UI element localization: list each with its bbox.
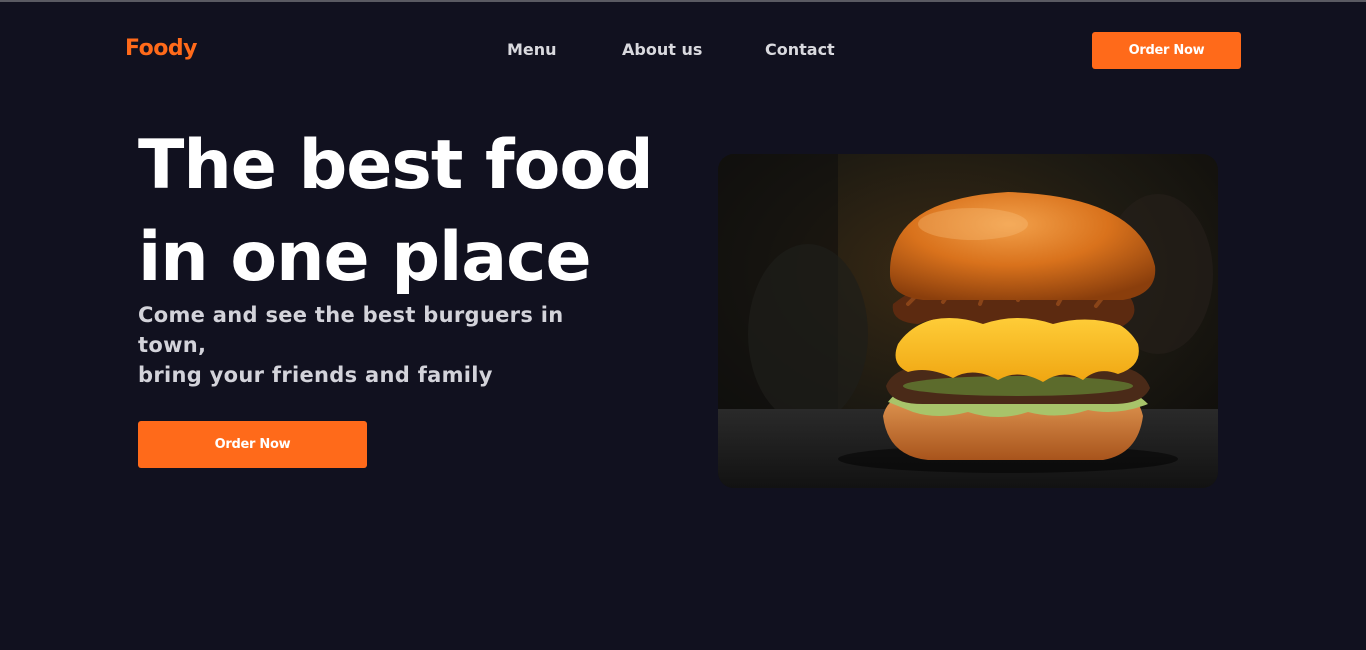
hero-order-now-button[interactable]: Order Now <box>138 421 367 468</box>
nav-item-contact[interactable]: Contact <box>765 40 835 59</box>
nav-order-now-button[interactable]: Order Now <box>1092 32 1241 69</box>
window-top-border <box>0 0 1366 2</box>
hero-title-line-2: in one place <box>138 218 592 297</box>
nav-item-menu[interactable]: Menu <box>507 40 557 59</box>
hero-subtitle-line-1: Come and see the best burguers in town, <box>138 303 564 357</box>
burger-photo <box>718 154 1218 488</box>
hero-subtitle-line-2: bring your friends and family <box>138 363 493 387</box>
hero-subtitle: Come and see the best burguers in town, … <box>138 300 638 390</box>
hero-title-line-1: The best food <box>138 126 654 205</box>
hero-title: The best food in one place <box>138 120 658 304</box>
nav-item-about-us[interactable]: About us <box>622 40 702 59</box>
